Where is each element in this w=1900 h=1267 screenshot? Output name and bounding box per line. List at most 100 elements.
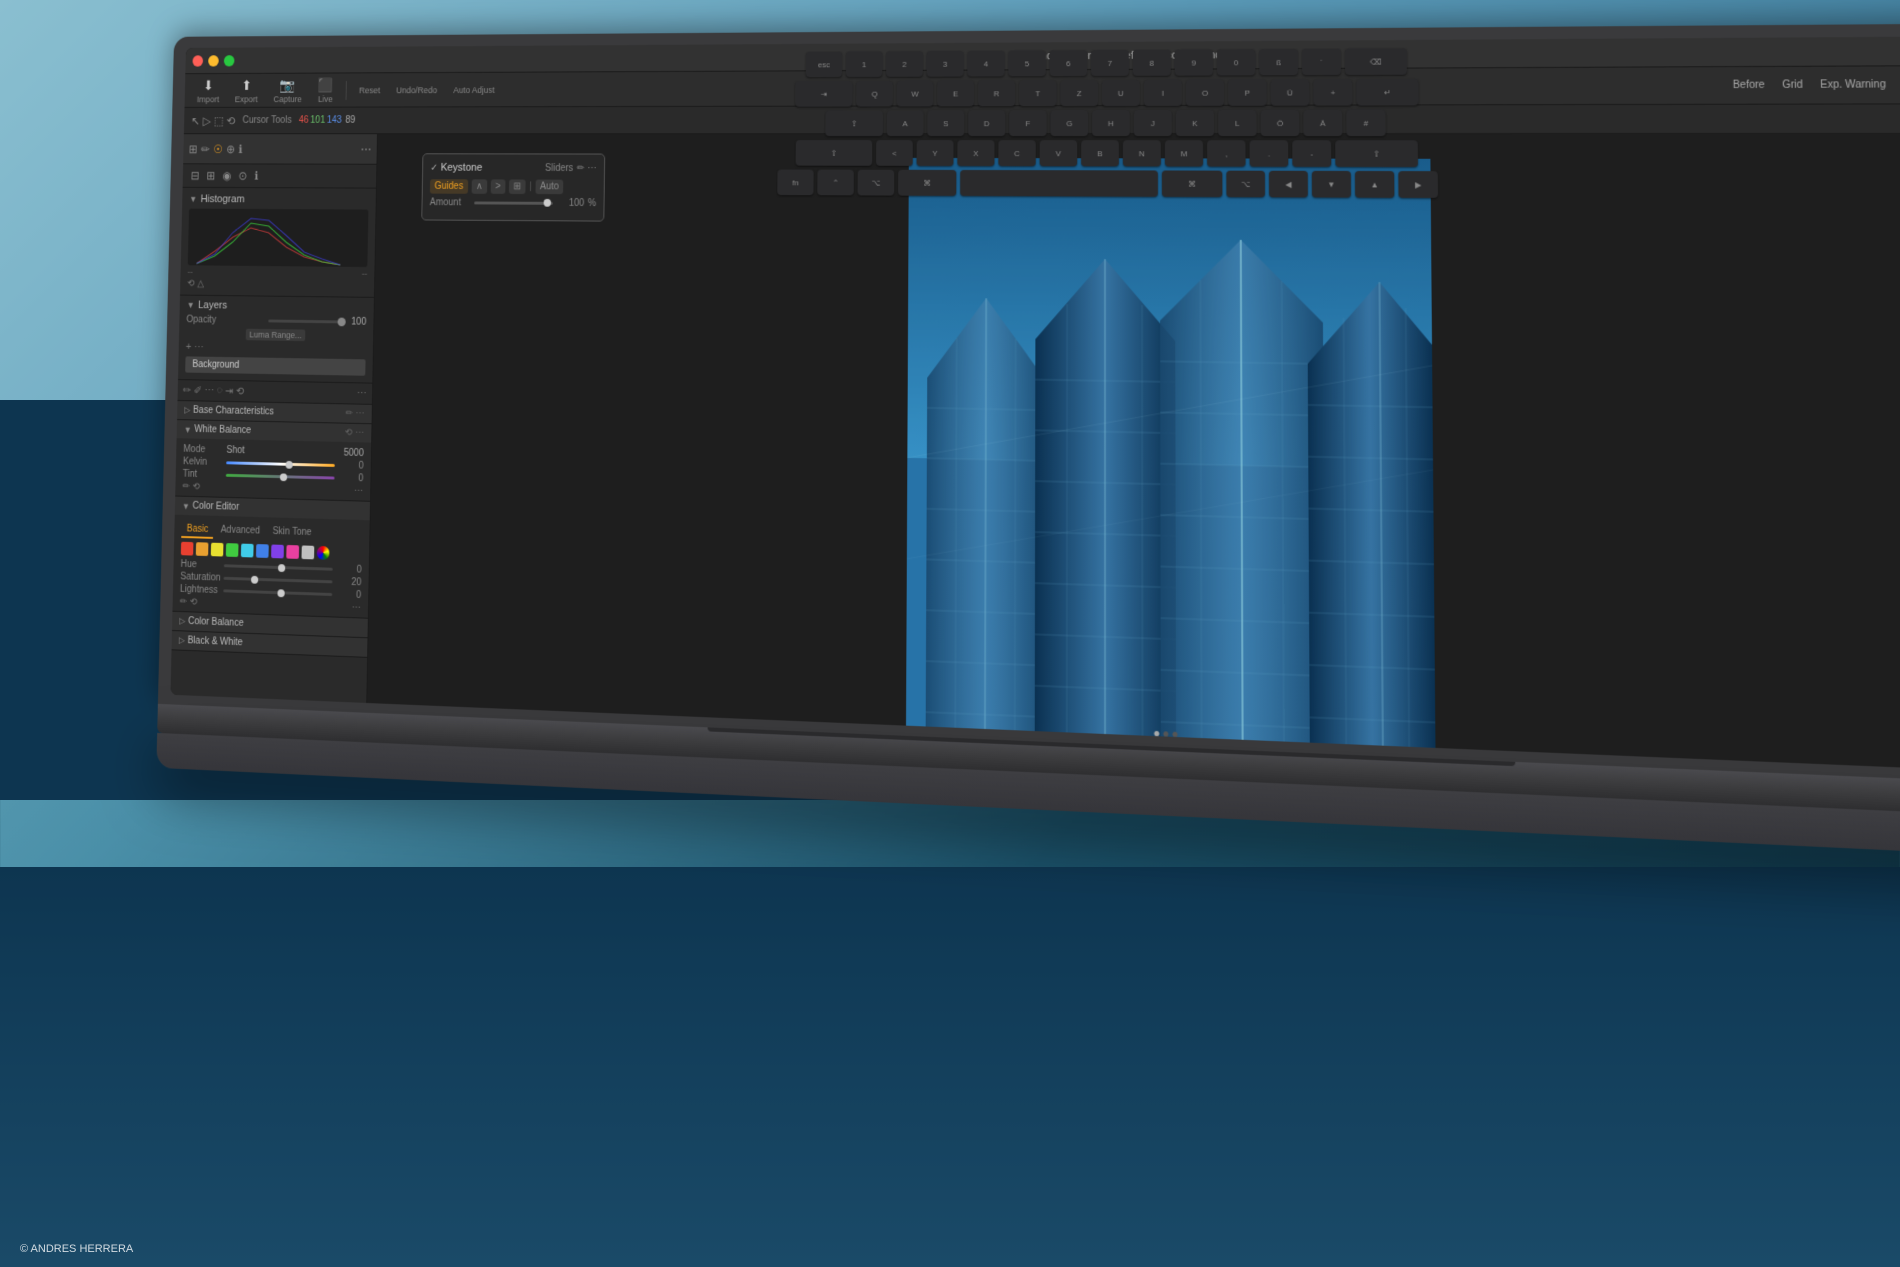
key-4[interactable]: 4 (967, 51, 1004, 77)
ks-amount-value: 100 (556, 198, 584, 209)
layers-more-icon[interactable]: ⋯ (194, 341, 204, 354)
edit-icon[interactable]: ✏ (201, 142, 210, 155)
key-ss[interactable]: ß (1259, 49, 1298, 76)
ks-amount-slider[interactable] (474, 201, 553, 204)
key-o[interactable]: O (1186, 80, 1224, 106)
key-v[interactable]: V (1040, 140, 1078, 166)
key-escape[interactable]: esc (806, 52, 842, 78)
key-p[interactable]: P (1228, 79, 1267, 105)
key-capslock[interactable]: ⇪ (825, 110, 883, 136)
ks-v-btn[interactable]: ∧ (471, 179, 487, 194)
key-shift-r[interactable]: ⇧ (1335, 140, 1418, 167)
mask-icon[interactable]: ☉ (213, 142, 223, 155)
key-backspace[interactable]: ⌫ (1345, 48, 1407, 75)
ce-icon-2[interactable]: ⟲ (190, 597, 198, 608)
key-7[interactable]: 7 (1091, 50, 1129, 76)
key-3[interactable]: 3 (927, 51, 964, 77)
key-e[interactable]: E (937, 80, 974, 106)
key-u[interactable]: U (1102, 80, 1140, 106)
ks-grid-btn[interactable]: ⊞ (509, 179, 526, 194)
key-n[interactable]: N (1123, 140, 1161, 166)
ks-auto-btn[interactable]: Auto (535, 180, 563, 195)
swatch-orange[interactable] (196, 542, 209, 556)
key-d[interactable]: D (968, 110, 1005, 136)
key-ae[interactable]: Ä (1303, 110, 1342, 137)
key-h[interactable]: H (1092, 110, 1130, 136)
key-up[interactable]: ▲ (1355, 171, 1394, 198)
key-cmd-l[interactable]: ⌘ (898, 170, 956, 196)
ks-check[interactable]: ✓ (430, 162, 438, 173)
key-hash[interactable]: # (1346, 110, 1385, 137)
tool-2[interactable]: ⊞ (204, 167, 218, 184)
key-return[interactable]: ↵ (1356, 79, 1418, 106)
minimize-button[interactable] (208, 55, 219, 66)
key-w[interactable]: W (897, 81, 934, 107)
key-minus[interactable]: - (1292, 140, 1331, 167)
key-2[interactable]: 2 (886, 51, 923, 77)
key-s[interactable]: S (927, 110, 964, 136)
import-button[interactable]: ⬇ Import (192, 75, 225, 105)
key-c[interactable]: C (998, 140, 1035, 166)
laptop-container: Andres_Herrera_Reflected.cosessiondb ⬇ I… (156, 22, 1900, 864)
key-plus[interactable]: + (1313, 79, 1352, 106)
key-r[interactable]: R (978, 80, 1015, 106)
key-right[interactable]: ▶ (1398, 171, 1438, 198)
key-ue[interactable]: Ü (1271, 79, 1310, 106)
key-8[interactable]: 8 (1133, 50, 1171, 76)
key-cmd-r[interactable]: ⌘ (1162, 170, 1222, 197)
key-period[interactable]: . (1250, 140, 1289, 166)
key-a[interactable]: A (887, 110, 924, 136)
tp-icon-2[interactable]: ✐ (194, 384, 202, 397)
key-i[interactable]: I (1144, 80, 1182, 106)
layers-icon[interactable]: ⊞ (189, 142, 198, 155)
key-z[interactable]: Z (1060, 80, 1098, 106)
key-backtick[interactable]: ´ (1302, 49, 1341, 76)
key-space[interactable] (960, 170, 1158, 197)
tp-icon-1[interactable]: ✏ (183, 384, 191, 397)
ks-h-btn[interactable]: > (491, 179, 506, 194)
key-down[interactable]: ▼ (1312, 171, 1351, 198)
key-lt[interactable]: < (876, 140, 913, 166)
key-tab[interactable]: ⇥ (795, 81, 852, 107)
ks-icon-2[interactable]: ⋯ (587, 163, 596, 174)
key-fn[interactable]: fn (777, 170, 813, 196)
ks-icon-1[interactable]: ✏ (577, 163, 585, 174)
wb-reset-icon2[interactable]: ⟲ (192, 482, 200, 493)
key-5[interactable]: 5 (1008, 50, 1045, 76)
close-button[interactable] (192, 55, 203, 66)
tool-1[interactable]: ⊟ (188, 167, 202, 184)
key-m[interactable]: M (1165, 140, 1203, 166)
key-b[interactable]: B (1081, 140, 1119, 166)
key-ctrl[interactable]: ⌃ (817, 170, 854, 196)
tab-basic[interactable]: Basic (181, 522, 213, 539)
key-f[interactable]: F (1009, 110, 1046, 136)
key-shift-l[interactable]: ⇧ (796, 140, 873, 166)
key-1[interactable]: 1 (846, 51, 883, 77)
ce-icon-1[interactable]: ✏ (180, 597, 188, 608)
key-left[interactable]: ◀ (1269, 171, 1308, 198)
key-l[interactable]: L (1218, 110, 1257, 136)
hist-icon-1[interactable]: ⟲ (187, 279, 195, 290)
hist-min: -- (187, 267, 192, 277)
layers-add-icon[interactable]: + (186, 341, 192, 353)
key-y[interactable]: Y (917, 140, 954, 166)
key-g[interactable]: G (1051, 110, 1089, 136)
key-k[interactable]: K (1176, 110, 1214, 136)
tp-icon-3[interactable]: ⋯ (204, 384, 214, 397)
key-t[interactable]: T (1019, 80, 1056, 106)
key-q[interactable]: Q (856, 81, 893, 107)
key-oe[interactable]: Ö (1261, 110, 1300, 136)
key-j[interactable]: J (1134, 110, 1172, 136)
key-option-r[interactable]: ⌥ (1226, 171, 1265, 198)
key-0[interactable]: 0 (1217, 49, 1255, 75)
hist-icon-2[interactable]: △ (197, 279, 204, 290)
key-comma[interactable]: , (1207, 140, 1246, 166)
wb-picker-icon[interactable]: ✏ (182, 481, 190, 492)
ks-tabs-label[interactable]: Sliders (545, 163, 573, 174)
ks-guides-btn[interactable]: Guides (430, 179, 468, 194)
key-6[interactable]: 6 (1050, 50, 1088, 76)
key-9[interactable]: 9 (1175, 49, 1213, 75)
key-option[interactable]: ⌥ (858, 170, 895, 196)
key-x[interactable]: X (957, 140, 994, 166)
swatch-red[interactable] (181, 542, 194, 556)
